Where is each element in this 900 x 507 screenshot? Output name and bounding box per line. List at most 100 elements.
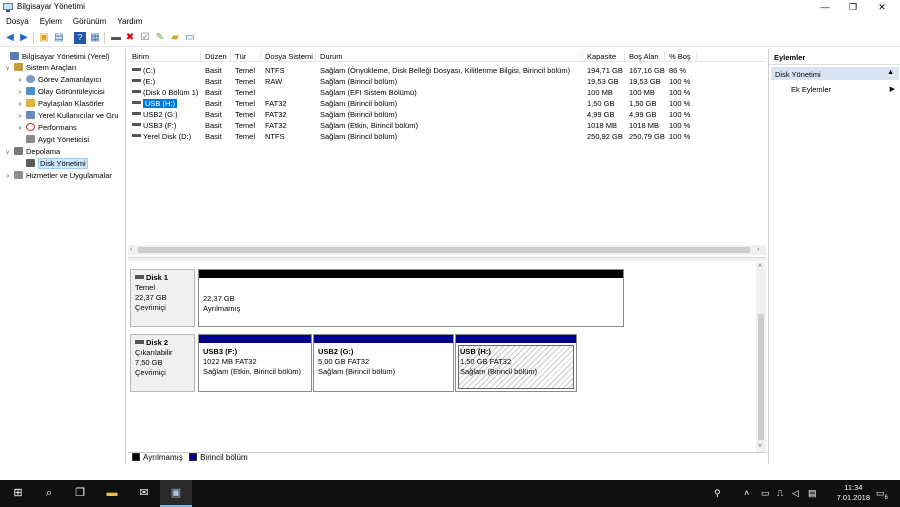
tree-expander[interactable]: v bbox=[6, 148, 14, 159]
volume-row[interactable]: USB (H:) Basit Temel FAT32 Sağlam (Birincil … bbox=[128, 98, 758, 109]
show-hide-tree-icon[interactable]: ▤ bbox=[53, 32, 65, 44]
console-view-icon[interactable]: ▦ bbox=[89, 32, 101, 44]
rescan-icon[interactable]: ▭ bbox=[184, 32, 196, 44]
taskbar: ⊞ ⌕ ❐ ▬ ✉ ▣ ⚲ ˄ ▭ ⎍ ◁ ▤ 11:34 7.01.2018 … bbox=[0, 480, 900, 507]
delete-icon[interactable]: ✖ bbox=[124, 32, 136, 44]
action-more-actions[interactable]: Ek Eylemler ▶ bbox=[791, 85, 899, 96]
tree-item-services[interactable]: > Hizmetler ve Uygulamalar bbox=[6, 170, 112, 181]
volume-row[interactable]: USB3 (F:) Basit Temel FAT32 Sağlam (Etkin, B… bbox=[128, 120, 758, 131]
volume-row[interactable]: (Disk 0 Bölüm 1) Basit Temel Sağlam (EFI Si… bbox=[128, 87, 758, 98]
tree-item-local-users[interactable]: > Yerel Kullanıcılar ve Gru bbox=[18, 110, 119, 121]
volume-row[interactable]: Yerel Disk (D:) Basit Temel NTFS Sağlam (Bir… bbox=[128, 131, 758, 142]
mail-icon[interactable]: ✉ bbox=[128, 480, 160, 507]
pane-splitter[interactable] bbox=[128, 257, 766, 261]
partition-usb-h[interactable]: USB (H:) 1,50 GB FAT32 Sağlam (Birincil … bbox=[455, 334, 577, 392]
maximize-button[interactable]: ❐ bbox=[839, 0, 867, 14]
tree-item-disk-management[interactable]: Disk Yönetimi bbox=[18, 158, 88, 169]
tree-label: Olay Görüntüleyicisi bbox=[38, 87, 105, 96]
forward-icon[interactable]: ▶ bbox=[18, 32, 30, 44]
window-title: Bilgisayar Yönetimi bbox=[17, 2, 85, 11]
unallocated-swatch bbox=[132, 453, 140, 461]
check-icon[interactable]: ✎ bbox=[154, 32, 166, 44]
scroll-down-icon[interactable]: ˅ bbox=[758, 442, 762, 452]
keyboard-icon[interactable]: ▭ bbox=[761, 480, 770, 507]
volume-cell: Temel bbox=[235, 77, 256, 86]
properties-icon[interactable]: ☑ bbox=[139, 32, 151, 44]
disk-icon bbox=[135, 275, 144, 279]
disk-graphical-view: Disk 1 Temel 22,37 GB Çevrimiçi 22,37 GB… bbox=[128, 262, 756, 452]
disk-2-label[interactable]: Disk 2 Çıkarılabilir 7,50 GB Çevrimiçi bbox=[130, 334, 195, 392]
column-header-dosya-sistemi[interactable]: Dosya Sistemi bbox=[261, 51, 316, 62]
column-header-yuzde-bos[interactable]: % Boş bbox=[665, 51, 697, 62]
menu-eylem[interactable]: Eylem bbox=[34, 15, 67, 26]
menu-yardim[interactable]: Yardım bbox=[111, 15, 147, 26]
clock[interactable]: 11:34 7.01.2018 bbox=[837, 483, 870, 503]
scroll-left-icon[interactable]: ‹ bbox=[130, 245, 132, 255]
scroll-right-icon[interactable]: › bbox=[757, 245, 759, 255]
submenu-arrow-icon: ▶ bbox=[889, 86, 895, 93]
horizontal-scrollbar[interactable]: ‹ › bbox=[128, 245, 766, 255]
column-header-durum[interactable]: Durum bbox=[316, 51, 583, 62]
partition-usb2-g[interactable]: USB2 (G:) 5,00 GB FAT32 Sağlam (Birincil… bbox=[313, 334, 454, 392]
scrollbar-thumb[interactable] bbox=[138, 247, 750, 253]
scrollbar-thumb[interactable] bbox=[758, 314, 764, 440]
network-icon[interactable]: ▤ bbox=[808, 480, 817, 507]
tree-expander[interactable]: > bbox=[6, 172, 14, 183]
back-icon[interactable]: ◀ bbox=[4, 32, 16, 44]
column-header-kapasite[interactable]: Kapasite bbox=[583, 51, 625, 62]
start-icon[interactable]: ⊞ bbox=[2, 480, 34, 507]
unallocated-bar bbox=[199, 270, 623, 278]
tree-item-system-tools[interactable]: v Sistem Araçları bbox=[6, 62, 76, 73]
volume-row[interactable]: USB2 (G:) Basit Temel FAT32 Sağlam (Birincil… bbox=[128, 109, 758, 120]
volume-cell: 1,50 GB bbox=[629, 99, 657, 108]
file-explorer-icon[interactable]: ▬ bbox=[96, 480, 128, 507]
disk-1-label[interactable]: Disk 1 Temel 22,37 GB Çevrimiçi bbox=[130, 269, 195, 327]
people-icon[interactable]: ⚲ bbox=[714, 480, 721, 507]
tree-label: Paylaşılan Klasörler bbox=[38, 99, 105, 108]
menu-dosya[interactable]: Dosya bbox=[0, 15, 34, 26]
close-button[interactable]: ✕ bbox=[868, 0, 896, 14]
vertical-scrollbar[interactable]: ˄ ˅ bbox=[756, 262, 766, 452]
usb-icon[interactable]: ⎍ bbox=[777, 480, 783, 507]
partition-unallocated[interactable]: 22,37 GB Ayrılmamış bbox=[198, 269, 624, 327]
computer-management-taskbar-icon[interactable]: ▣ bbox=[160, 480, 192, 507]
show-hidden-icons-icon[interactable]: ˄ bbox=[744, 480, 749, 507]
volume-row[interactable]: (E:) Basit Temel RAW Sağlam (Birincil bölüm)… bbox=[128, 76, 758, 87]
column-header-duzen[interactable]: Düzen bbox=[201, 51, 231, 62]
tree-item-storage[interactable]: v Depolama bbox=[6, 146, 60, 157]
volume-cell: Sağlam (Birincil bölüm) bbox=[320, 110, 398, 119]
column-header-birim[interactable]: Birim bbox=[128, 51, 201, 62]
open-folder-icon[interactable]: ▰ bbox=[169, 32, 181, 44]
tree-item-device-manager[interactable]: Aygıt Yöneticisi bbox=[18, 134, 89, 145]
partition-title: USB (H:) bbox=[460, 347, 491, 356]
volume-name-cell: (C:) bbox=[128, 65, 201, 76]
column-header-bos-alan[interactable]: Boş Alan bbox=[625, 51, 665, 62]
task-view-icon[interactable]: ❐ bbox=[64, 480, 96, 507]
column-header-tur[interactable]: Tür bbox=[231, 51, 261, 62]
tree-expander[interactable]: v bbox=[6, 64, 14, 75]
primary-partition-bar bbox=[456, 335, 576, 343]
help-icon[interactable]: ? bbox=[74, 32, 86, 44]
tree-item-root[interactable]: Bilgisayar Yönetimi (Yerel) bbox=[2, 51, 110, 62]
volume-row[interactable]: (C:) Basit Temel NTFS Sağlam (Önyükleme, Dis… bbox=[128, 65, 758, 76]
up-folder-icon[interactable]: ▣ bbox=[38, 32, 50, 44]
search-icon[interactable]: ⌕ bbox=[33, 480, 65, 507]
volume-cell: 19,53 GB bbox=[629, 77, 661, 86]
tree-label: Depolama bbox=[26, 147, 61, 156]
tree-item-event-viewer[interactable]: > Olay Görüntüleyicisi bbox=[18, 86, 105, 97]
volume-icon[interactable]: ◁ bbox=[792, 480, 799, 507]
volume-cell: 250,79 GB bbox=[629, 132, 665, 141]
minimize-button[interactable]: — bbox=[811, 0, 839, 14]
volume-cell: FAT32 bbox=[265, 121, 287, 130]
partition-usb3-f[interactable]: USB3 (F:) 1022 MB FAT32 Sağlam (Etkin, B… bbox=[198, 334, 312, 392]
menu-gorunum[interactable]: Görünüm bbox=[67, 15, 111, 26]
actions-section-disk-management[interactable]: Disk Yönetimi ▲ bbox=[771, 67, 899, 80]
notification-icon[interactable]: ▭6 bbox=[876, 480, 888, 507]
collapse-icon[interactable]: ▲ bbox=[887, 69, 894, 76]
tree-item-task-scheduler[interactable]: > Görev Zamanlayıcı bbox=[18, 74, 101, 85]
scroll-up-icon[interactable]: ˄ bbox=[758, 262, 762, 272]
tree-item-performance[interactable]: > Performans bbox=[18, 122, 77, 133]
volume-name: (E:) bbox=[143, 77, 156, 86]
tree-item-shared-folders[interactable]: > Paylaşılan Klasörler bbox=[18, 98, 104, 109]
connect-icon[interactable]: ▬ bbox=[110, 32, 122, 44]
